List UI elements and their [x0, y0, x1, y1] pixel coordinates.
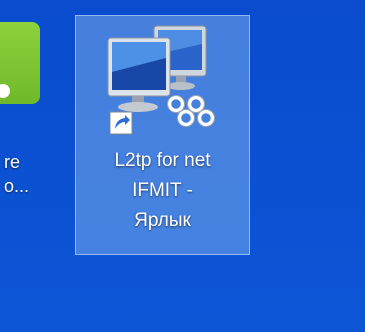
shortcut-label-line-1: L2tp for net: [114, 150, 211, 171]
app-glyph-dot: [0, 84, 10, 98]
shortcut-arrow-icon: [109, 111, 133, 135]
label-line-2: o...: [4, 176, 30, 196]
desktop-shortcut-l2tp[interactable]: L2tp for net IFMIT - Ярлык: [75, 15, 250, 255]
desktop[interactable]: re o... L2tp for net IFMIT - Ярлык: [0, 0, 365, 332]
shortcut-label: L2tp for net IFMIT - Ярлык: [76, 146, 249, 236]
desktop-icon-partial[interactable]: re o...: [0, 0, 70, 210]
shortcut-label-line-2: IFMIT -: [132, 180, 193, 201]
network-computers-icon: [107, 25, 215, 135]
green-app-icon: [0, 22, 40, 104]
desktop-icon-label: re o...: [4, 150, 64, 198]
shortcut-label-line-3: Ярлык: [134, 210, 191, 231]
label-line-1: re: [4, 152, 21, 172]
